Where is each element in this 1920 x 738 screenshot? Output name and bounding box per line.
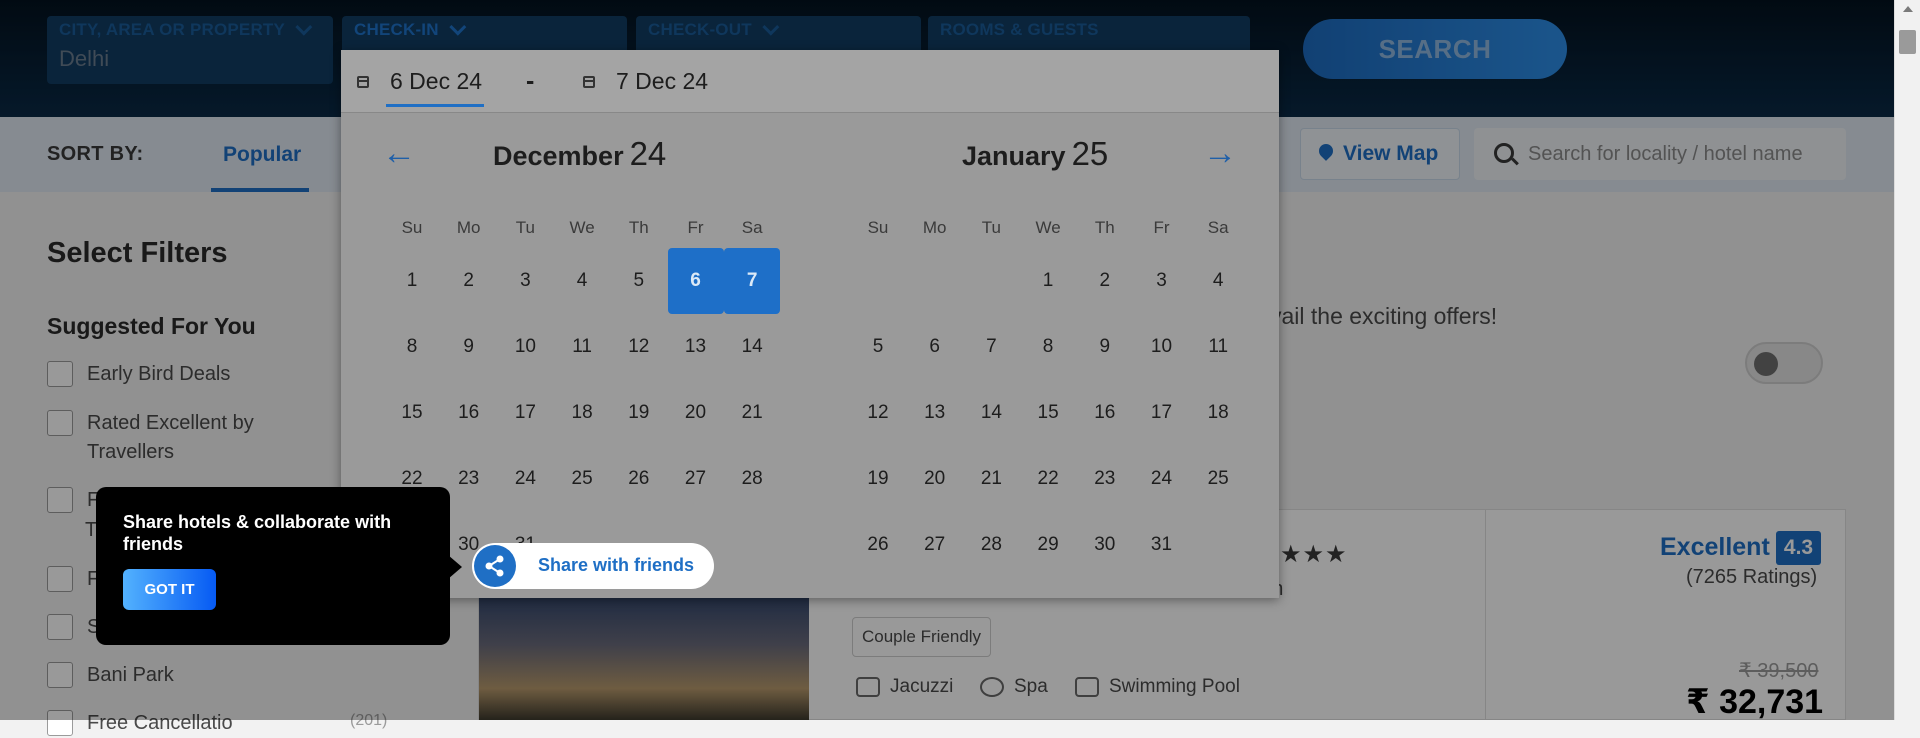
weekday-header: Mo	[456, 218, 481, 237]
calendar-day[interactable]: 4	[554, 248, 610, 314]
calendar-day[interactable]: 20	[668, 380, 724, 446]
month-title-december: December 24	[493, 135, 666, 173]
weekday-header: Fr	[687, 218, 704, 237]
month-name: December	[493, 141, 624, 171]
weekday-header: Su	[401, 218, 423, 237]
date-range-separator: -	[526, 67, 535, 95]
tooltip-text: Share hotels & collaborate with friends	[123, 512, 392, 554]
calendar-day[interactable]: 20	[907, 446, 963, 512]
calendar-day[interactable]: 8	[384, 314, 440, 380]
got-it-button[interactable]: GOT IT	[123, 569, 216, 610]
calendar-day[interactable]: 16	[1077, 380, 1133, 446]
checkin-active-underline	[386, 104, 484, 107]
calendar-day[interactable]: 28	[724, 446, 780, 512]
month-name: January	[962, 141, 1066, 171]
calendar-day[interactable]: 7	[724, 248, 781, 314]
calendar-day[interactable]: 6	[667, 248, 724, 314]
calendar-day[interactable]: 26	[611, 446, 667, 512]
calendar-day[interactable]: 29	[1020, 512, 1076, 578]
calendar-day[interactable]: 13	[907, 380, 963, 446]
scroll-thumb[interactable]	[1899, 30, 1916, 54]
calendar-day[interactable]: 3	[1134, 248, 1190, 314]
calendar-day[interactable]: 30	[1077, 512, 1133, 578]
month-year: 24	[629, 135, 667, 172]
calendar-day[interactable]: 27	[668, 446, 724, 512]
calendar-day[interactable]: 1	[384, 248, 440, 314]
calendar-day[interactable]: 2	[441, 248, 497, 314]
weekday-header: Sa	[741, 218, 763, 237]
weekday-header: Sa	[1207, 218, 1229, 237]
checkin-date-value[interactable]: 6 Dec 24	[390, 68, 482, 95]
calendar-day[interactable]: 16	[441, 380, 497, 446]
calendar-day[interactable]: 1	[1020, 248, 1076, 314]
weekday-header: Mo	[922, 218, 947, 237]
calendar-day[interactable]: 17	[497, 380, 553, 446]
weekday-header: Tu	[515, 218, 535, 237]
calendar-day[interactable]: 9	[441, 314, 497, 380]
weekday-header: We	[569, 218, 595, 237]
share-with-friends-button[interactable]: Share with friends	[472, 543, 714, 589]
share-label: Share with friends	[538, 555, 695, 575]
calendar-day[interactable]: 21	[724, 380, 780, 446]
calendar-day[interactable]: 14	[963, 380, 1019, 446]
calendar-day[interactable]: 13	[668, 314, 724, 380]
prev-month-arrow-icon[interactable]: ←	[382, 136, 416, 170]
checkout-date-value[interactable]: 7 Dec 24	[616, 68, 708, 95]
calendar-day[interactable]: 18	[1190, 380, 1246, 446]
calendar-day[interactable]: 11	[1190, 314, 1246, 380]
tooltip-arrow	[448, 555, 462, 579]
calendar-day[interactable]: 9	[1077, 314, 1133, 380]
calendar-day[interactable]: 26	[850, 512, 906, 578]
calendar-day[interactable]: 28	[963, 512, 1019, 578]
calendar-day[interactable]: 12	[850, 380, 906, 446]
calendar-day[interactable]: 17	[1134, 380, 1190, 446]
calendar-day[interactable]: 12	[611, 314, 667, 380]
calendar-day[interactable]: 24	[497, 446, 553, 512]
calendar-day[interactable]: 23	[1077, 446, 1133, 512]
calendar-day[interactable]: 25	[554, 446, 610, 512]
month-title-january: January 25	[962, 135, 1108, 173]
calendar-day[interactable]: 27	[907, 512, 963, 578]
calendar-day[interactable]: 19	[611, 380, 667, 446]
calendar-day[interactable]: 5	[611, 248, 667, 314]
calendar-day[interactable]: 15	[384, 380, 440, 446]
calendar-day[interactable]: 3	[497, 248, 553, 314]
calendar-day[interactable]: 14	[724, 314, 780, 380]
calendar-day[interactable]: 2	[1077, 248, 1133, 314]
calendar-day[interactable]: 25	[1190, 446, 1246, 512]
calendar-day[interactable]: 24	[1134, 446, 1190, 512]
next-month-arrow-icon[interactable]: →	[1203, 136, 1237, 170]
weekday-header: Th	[628, 218, 649, 237]
weekday-header: We	[1035, 218, 1061, 237]
calendar-day[interactable]: 31	[1134, 512, 1190, 578]
calendar-day[interactable]: 10	[1134, 314, 1190, 380]
month-year: 25	[1071, 135, 1109, 172]
calendar-day[interactable]: 6	[907, 314, 963, 380]
weekday-header: Th	[1094, 218, 1115, 237]
calendar-day[interactable]: 5	[850, 314, 906, 380]
calendar-day[interactable]: 18	[554, 380, 610, 446]
calendar-day[interactable]: 21	[963, 446, 1019, 512]
calendar-day[interactable]: 11	[554, 314, 610, 380]
share-icon	[474, 545, 516, 587]
calendar-day[interactable]: 10	[497, 314, 553, 380]
calendar-icon	[357, 76, 369, 88]
scroll-up-icon[interactable]	[1903, 6, 1913, 12]
calendar-icon	[583, 76, 595, 88]
calendar-day[interactable]: 15	[1020, 380, 1076, 446]
calendar-day[interactable]: 8	[1020, 314, 1076, 380]
page-scrollbar[interactable]	[1894, 0, 1920, 720]
weekday-header: Fr	[1153, 218, 1170, 237]
weekday-header: Tu	[981, 218, 1001, 237]
calendar-day[interactable]: 22	[1020, 446, 1076, 512]
calendar-day[interactable]: 4	[1190, 248, 1246, 314]
calendar-day[interactable]: 7	[963, 314, 1019, 380]
weekday-header: Su	[867, 218, 889, 237]
calendar-day[interactable]: 19	[850, 446, 906, 512]
